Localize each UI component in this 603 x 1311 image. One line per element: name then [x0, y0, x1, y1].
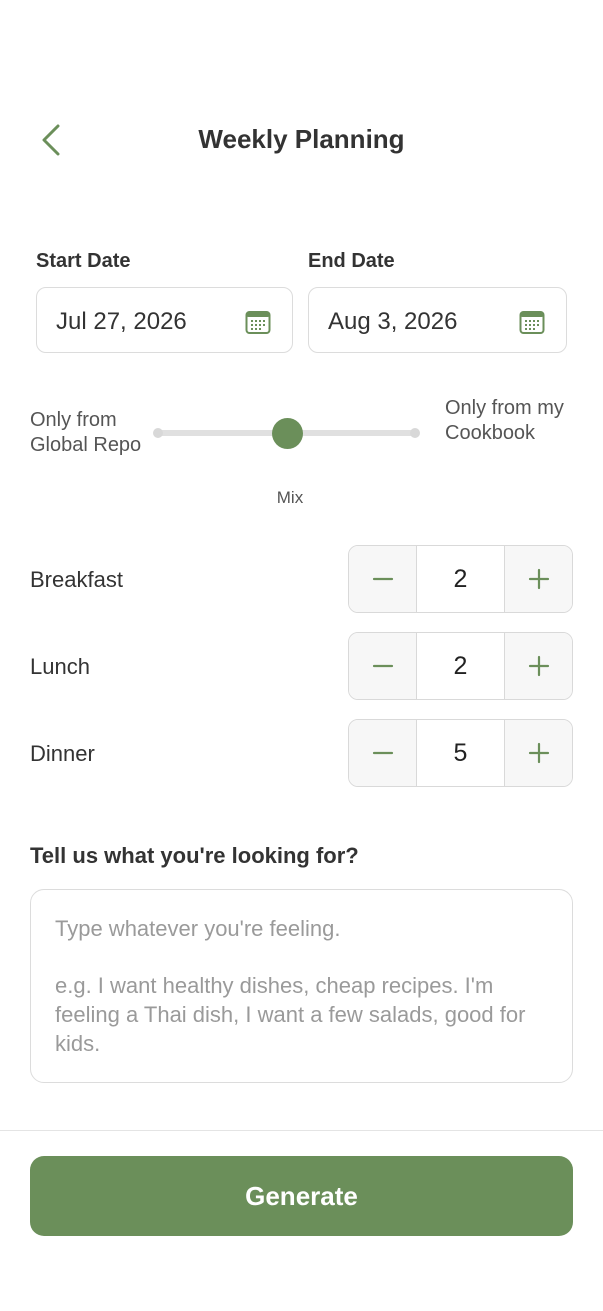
plus-icon [528, 742, 550, 764]
start-date-field[interactable]: Jul 27, 2026 [36, 287, 293, 353]
placeholder-line-1: Type whatever you're feeling. [55, 916, 341, 941]
lunch-decrement-button[interactable] [349, 633, 417, 699]
generate-button[interactable]: Generate [30, 1156, 573, 1236]
start-date-label: Start Date [36, 250, 131, 272]
breakfast-decrement-button[interactable] [349, 546, 417, 612]
preferences-question: Tell us what you're looking for? [30, 843, 359, 868]
start-date-value: Jul 27, 2026 [56, 308, 187, 335]
slider-track-start [153, 428, 163, 438]
header: Weekly Planning [0, 110, 603, 170]
plus-icon [528, 655, 550, 677]
breakfast-stepper: 2 [348, 545, 573, 613]
dinner-decrement-button[interactable] [349, 720, 417, 786]
slider-track-end [410, 428, 420, 438]
meal-label-breakfast: Breakfast [30, 567, 123, 592]
meal-label-dinner: Dinner [30, 741, 95, 766]
placeholder-line-2: e.g. I want healthy dishes, cheap recipe… [55, 973, 526, 1056]
lunch-count: 2 [453, 652, 468, 680]
slider-right-label: Only from my Cookbook [445, 397, 564, 444]
dinner-increment-button[interactable] [504, 720, 572, 786]
minus-icon [372, 751, 394, 755]
footer-divider [0, 1130, 603, 1131]
lunch-increment-button[interactable] [504, 633, 572, 699]
calendar-icon[interactable] [519, 309, 545, 335]
slider-thumb[interactable] [271, 418, 303, 449]
minus-icon [372, 664, 394, 668]
calendar-icon[interactable] [245, 309, 271, 335]
end-date-field[interactable]: Aug 3, 2026 [308, 287, 567, 353]
dinner-stepper: 5 [348, 719, 573, 787]
lunch-stepper: 2 [348, 632, 573, 700]
preferences-input[interactable]: Type whatever you're feeling. e.g. I wan… [30, 889, 573, 1083]
slider-value-label: Mix [276, 488, 304, 507]
plus-icon [528, 568, 550, 590]
end-date-label: End Date [308, 250, 395, 272]
end-date-value: Aug 3, 2026 [328, 308, 458, 335]
breakfast-increment-button[interactable] [504, 546, 572, 612]
slider-left-label: Only from Global Repo [30, 409, 142, 456]
dinner-count: 5 [453, 739, 468, 767]
minus-icon [372, 577, 394, 581]
page-title: Weekly Planning [198, 124, 405, 154]
meal-label-lunch: Lunch [30, 654, 90, 679]
breakfast-count: 2 [453, 565, 468, 593]
